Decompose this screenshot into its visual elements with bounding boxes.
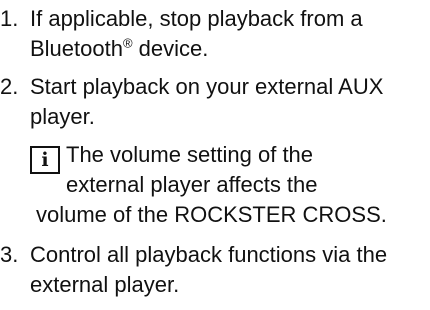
info-icon: i bbox=[30, 146, 60, 174]
step-number: 2. bbox=[0, 74, 19, 99]
note-text-block: The volume setting of the external playe… bbox=[36, 140, 387, 230]
instruction-list: 1. If applicable, stop playback from a B… bbox=[0, 4, 430, 300]
note-line-1: The volume setting of the bbox=[66, 142, 314, 167]
step-text: Control all playback functions via the e… bbox=[30, 242, 388, 297]
note-line-2: external player affects the bbox=[66, 172, 318, 197]
step-number: 3. bbox=[0, 242, 19, 267]
note-line-3: volume of the ROCKSTER CROSS. bbox=[36, 202, 387, 227]
registered-mark: ® bbox=[122, 35, 133, 51]
note-first-lines: i The volume setting of the external pla… bbox=[30, 140, 430, 230]
step-1: 1. If applicable, stop playback from a B… bbox=[0, 4, 430, 64]
info-note: i The volume setting of the external pla… bbox=[30, 140, 430, 230]
step-2: 2. Start playback on your external AUX p… bbox=[0, 72, 430, 132]
step-text: If applicable, stop playback from a Blue… bbox=[30, 4, 430, 64]
step-3: 3. Control all playback functions via th… bbox=[0, 240, 430, 300]
step-text: Start playback on your external AUX play… bbox=[30, 74, 384, 129]
step-text-end: device. bbox=[132, 36, 209, 61]
step-number: 1. bbox=[0, 6, 19, 31]
